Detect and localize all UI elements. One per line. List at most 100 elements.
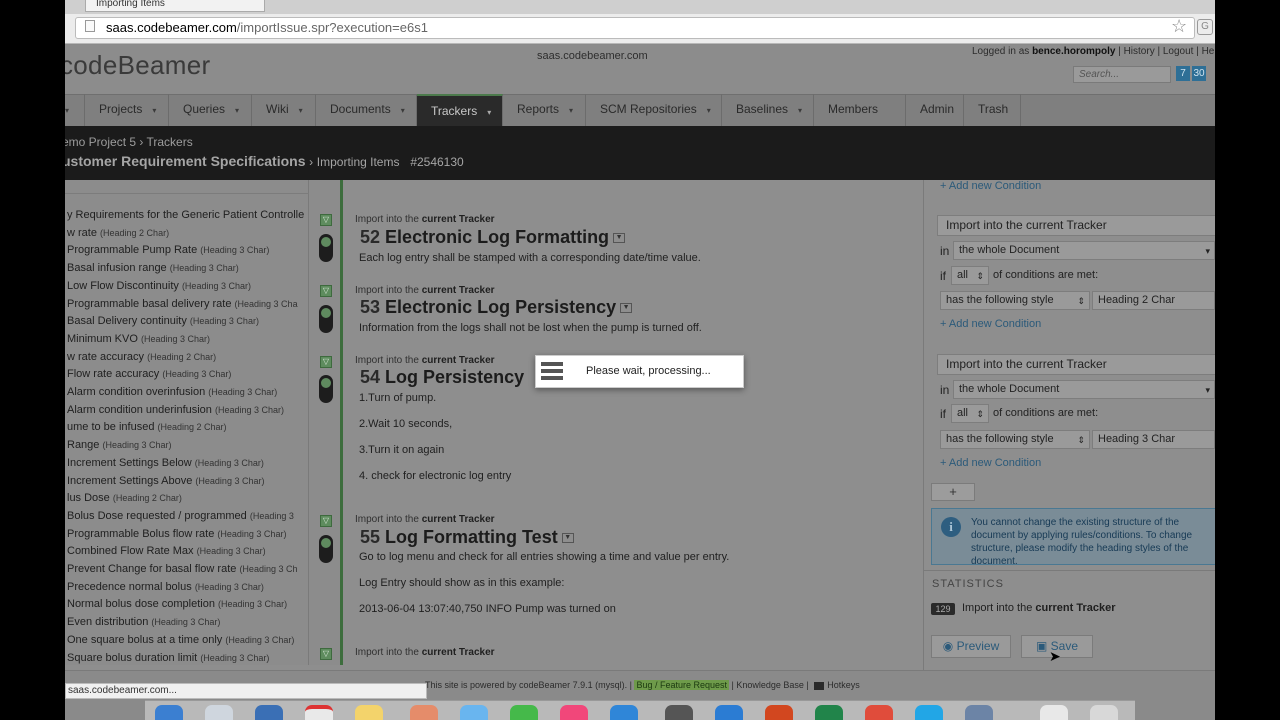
bug-report-link[interactable]: Bug / Feature Request (634, 680, 729, 690)
header-links[interactable]: | History | Logout | Help (1118, 46, 1215, 57)
word-icon[interactable] (715, 705, 743, 720)
add-condition-link[interactable]: + Add new Condition (940, 180, 1041, 192)
outline-item[interactable]: Bolus Dose requested / programmed (Headi… (67, 510, 294, 522)
outline-item[interactable]: Precedence normal bolus (Heading 3 Char) (67, 581, 264, 593)
itunes-icon[interactable] (560, 705, 588, 720)
nav-trackers[interactable]: Trackers ▾ (417, 94, 503, 126)
outline-item-title: Programmable Pump Rate (67, 244, 198, 256)
outline-item-style: (Heading 3 Char) (208, 387, 278, 397)
outline-item[interactable]: Even distribution (Heading 3 Char) (67, 616, 220, 628)
system-preferences-icon[interactable] (665, 705, 693, 720)
import-toggle[interactable] (319, 234, 333, 262)
add-condition-link[interactable]: + Add new Condition (940, 457, 1041, 469)
outline-item-style: (Heading 3 Char) (162, 369, 232, 379)
preview-button[interactable]: ◉ Preview (931, 635, 1011, 658)
outline-item[interactable]: Programmable Pump Rate (Heading 3 Char) (67, 244, 269, 256)
extension-icon[interactable]: G (1197, 19, 1213, 35)
outline-item-style: (Heading 3 Char) (200, 245, 270, 255)
document-icon[interactable] (1040, 705, 1068, 720)
trash-icon[interactable] (1090, 705, 1118, 720)
outline-item[interactable]: Increment Settings Below (Heading 3 Char… (67, 457, 264, 469)
chevron-down-icon[interactable]: ▼ (620, 303, 633, 314)
knowledge-base-link[interactable]: | Knowledge Base | (732, 680, 809, 690)
outline-item-style: (Heading 2 Char) (112, 493, 182, 503)
scope-select[interactable]: the whole Document ▾ (953, 380, 1215, 399)
outline-item-title: Alarm condition overinfusion (67, 386, 206, 398)
outline-item[interactable]: Programmable Bolus flow rate (Heading 3 … (67, 528, 286, 540)
calendar-icon[interactable] (305, 705, 333, 720)
powerpoint-icon[interactable] (765, 705, 793, 720)
style-select[interactable]: Heading 2 Char (1092, 291, 1215, 310)
all-select[interactable]: all ⇕ (951, 404, 989, 423)
excel-icon[interactable] (815, 705, 843, 720)
scope-select[interactable]: the whole Document ▾ (953, 241, 1215, 260)
outline-item[interactable]: Basal Delivery continuity (Heading 3 Cha… (67, 315, 259, 327)
outline-item[interactable]: Basal infusion range (Heading 3 Char) (67, 262, 239, 274)
all-select[interactable]: all ⇕ (951, 266, 989, 285)
nav-documents[interactable]: Documents ▾ (316, 94, 417, 126)
search-input[interactable]: Search... (1073, 66, 1171, 83)
add-condition-link[interactable]: + Add new Condition (940, 318, 1041, 330)
outline-item[interactable]: Alarm condition underinfusion (Heading 3… (67, 404, 284, 416)
import-toggle[interactable] (319, 305, 333, 333)
outline-item[interactable]: w rate accuracy (Heading 2 Char) (67, 351, 216, 363)
finder-icon[interactable] (155, 705, 183, 720)
import-target-select[interactable]: Import into the current Tracker (937, 354, 1215, 375)
photos-icon[interactable] (410, 705, 438, 720)
item-description: Information from the logs shall not be l… (359, 322, 702, 334)
outline-item[interactable]: ume to be infused (Heading 2 Char) (67, 421, 227, 433)
add-rule-button[interactable]: + (931, 483, 975, 501)
outline-item[interactable]: lus Dose (Heading 2 Char) (67, 492, 182, 504)
outline-item[interactable]: Normal bolus dose completion (Heading 3 … (67, 598, 287, 610)
outline-item[interactable]: Alarm condition overinfusion (Heading 3 … (67, 386, 277, 398)
outline-item[interactable]: Programmable basal delivery rate (Headin… (67, 298, 298, 310)
nav-trash[interactable]: Trash (964, 94, 1021, 126)
outline-item[interactable]: w rate (Heading 2 Char) (67, 227, 169, 239)
outline-item-style: (Heading 3 Char) (218, 599, 288, 609)
outline-item[interactable]: Combined Flow Rate Max (Heading 3 Char) (67, 545, 266, 557)
outline-item[interactable]: Prevent Change for basal flow rate (Head… (67, 563, 297, 575)
outline-item[interactable]: Low Flow Discontinuity (Heading 3 Char) (67, 280, 251, 292)
chrome-icon[interactable] (865, 705, 893, 720)
save-icon: ▣ (1035, 639, 1048, 653)
notification-badge[interactable]: 7 (1176, 66, 1190, 81)
outline-item[interactable]: Range (Heading 3 Char) (67, 439, 172, 451)
import-target-select[interactable]: Import into the current Tracker (937, 215, 1215, 236)
nav-reports[interactable]: Reports ▾ (503, 94, 586, 126)
import-target-label: Import into the current Tracker (355, 285, 495, 296)
import-toggle[interactable] (319, 535, 333, 563)
app-icon[interactable] (965, 705, 993, 720)
nav-scm-repositories[interactable]: SCM Repositories ▾ (586, 94, 722, 126)
item-description: 4. check for electronic log entry (359, 470, 512, 482)
nav-baselines[interactable]: Baselines ▾ (722, 94, 814, 126)
outline-item[interactable]: Minimum KVO (Heading 3 Char) (67, 333, 210, 345)
outline-item[interactable]: y Requirements for the Generic Patient C… (67, 209, 304, 221)
hotkeys-link[interactable]: Hotkeys (827, 680, 860, 690)
item-description: Go to log menu and check for all entries… (359, 551, 730, 563)
style-select[interactable]: Heading 3 Char (1092, 430, 1215, 449)
outline-item-title: Square bolus duration limit (67, 652, 198, 664)
outline-item[interactable]: One square bolus at a time only (Heading… (67, 634, 294, 646)
launchpad-icon[interactable] (205, 705, 233, 720)
chevron-down-icon[interactable]: ▼ (561, 533, 574, 544)
chevron-down-icon[interactable]: ▼ (613, 233, 626, 244)
outline-item-style: (Heading 3 (249, 511, 294, 521)
outline-item[interactable]: Square bolus duration limit (Heading 3 C… (67, 652, 269, 664)
condition-type-select[interactable]: has the following style ⇕ (940, 430, 1090, 449)
nav-members[interactable]: Members (814, 94, 906, 126)
outline-item[interactable]: Increment Settings Above (Heading 3 Char… (67, 475, 264, 487)
messages-icon[interactable] (460, 705, 488, 720)
breadcrumb-item: Importing Items (316, 155, 400, 169)
notification-badge[interactable]: 30 (1192, 66, 1206, 81)
import-toggle[interactable] (319, 375, 333, 403)
skype-icon[interactable] (915, 705, 943, 720)
nav-admin[interactable]: Admin (906, 94, 964, 126)
notes-icon[interactable] (355, 705, 383, 720)
username-link[interactable]: bence.horompoly (1032, 46, 1115, 57)
condition-type-select[interactable]: has the following style ⇕ (940, 291, 1090, 310)
bookmark-star-icon[interactable]: ☆ (1171, 16, 1187, 37)
app-store-icon[interactable] (610, 705, 638, 720)
app-icon[interactable] (255, 705, 283, 720)
outline-item[interactable]: Flow rate accuracy (Heading 3 Char) (67, 368, 231, 380)
facetime-icon[interactable] (510, 705, 538, 720)
